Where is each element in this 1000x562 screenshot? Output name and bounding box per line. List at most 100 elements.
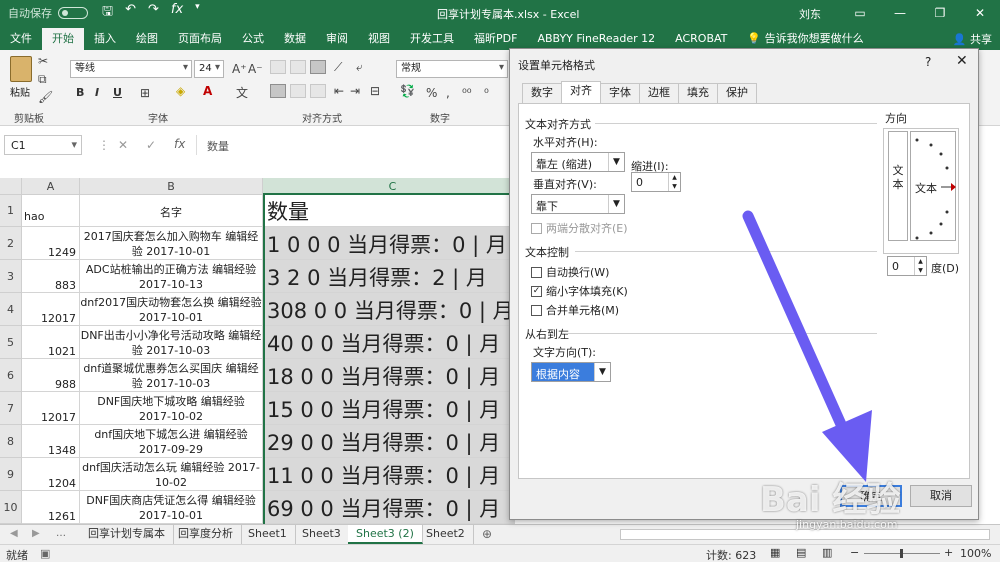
align-top-button[interactable] <box>270 60 286 74</box>
shrink-to-fit-checkbox[interactable]: ✓ 缩小字体填充(K) <box>531 283 628 299</box>
cell-b[interactable]: DNF国庆地下城攻略 编辑经验 2017-10-02 <box>80 392 263 425</box>
align-center-button[interactable] <box>290 84 306 98</box>
close-icon[interactable]: ✕ <box>960 0 1000 26</box>
zoom-level[interactable]: 100% <box>960 547 991 560</box>
wrap-text-checkbox[interactable]: 自动换行(W) <box>531 264 609 280</box>
cell-a1[interactable]: hao <box>22 195 80 227</box>
tab-foxit-pdf[interactable]: 福昕PDF <box>464 28 527 50</box>
percent-button[interactable]: % <box>426 86 437 100</box>
cell-c[interactable]: 40 0 0 当月得票：0 | 月 <box>263 326 515 359</box>
comma-style-icon[interactable]: , <box>446 86 450 100</box>
grow-font-icon[interactable]: A⁺ <box>232 62 247 76</box>
insert-function-icon[interactable]: fx <box>174 137 185 151</box>
tab-insert[interactable]: 插入 <box>84 28 126 50</box>
vertical-align-select[interactable]: 靠下 ▼ <box>531 194 625 214</box>
justify-distributed-checkbox[interactable]: 两端分散对齐(E) <box>531 220 628 236</box>
cell-b[interactable]: dnf国庆活动怎么玩 编辑经验 2017-10-02 <box>80 458 263 491</box>
cell-a[interactable]: 12017 <box>22 392 80 425</box>
sheet-tab[interactable]: Sheet1 <box>240 525 296 544</box>
cell-a[interactable]: 1261 <box>22 491 80 524</box>
dialog-tab-number[interactable]: 数字 <box>522 83 562 103</box>
tab-formulas[interactable]: 公式 <box>232 28 274 50</box>
minimize-icon[interactable]: — <box>880 0 920 26</box>
next-sheet-icon[interactable]: ▶ <box>32 528 40 539</box>
text-direction-select[interactable]: 根据内容 ▼ <box>531 362 611 382</box>
cell-c[interactable]: 11 0 0 当月得票：0 | 月 <box>263 458 515 491</box>
italic-button[interactable]: I <box>95 86 99 99</box>
sheet-tab[interactable]: Sheet2 <box>418 525 474 544</box>
font-name-combo[interactable]: 等线 <box>70 60 192 78</box>
formula-input[interactable]: 数量 <box>196 135 514 155</box>
sheet-tab[interactable]: 回享度分析 <box>170 525 242 544</box>
zoom-out-icon[interactable]: − <box>850 546 859 559</box>
restore-icon[interactable]: ❐ <box>920 0 960 26</box>
cell-b[interactable]: dnf国庆地下城怎么进 编辑经验 2017-09-29 <box>80 425 263 458</box>
row-header[interactable]: 3 <box>0 260 22 293</box>
page-break-view-icon[interactable]: ▥ <box>822 546 832 559</box>
name-box[interactable]: C1 <box>4 135 82 155</box>
cell-a[interactable]: 12017 <box>22 293 80 326</box>
cell-c[interactable]: 15 0 0 当月得票：0 | 月 <box>263 392 515 425</box>
macro-record-icon[interactable]: ▣ <box>40 547 50 560</box>
orientation-dial[interactable]: 文本 <box>910 131 956 241</box>
column-header-b[interactable]: B <box>80 178 263 195</box>
border-icon[interactable]: ⊞ <box>140 86 150 100</box>
cell-c[interactable]: 18 0 0 当月得票：0 | 月 <box>263 359 515 392</box>
phonetic-icon[interactable]: 文 <box>236 84 248 101</box>
tab-draw[interactable]: 绘图 <box>126 28 168 50</box>
underline-button[interactable]: U <box>113 86 122 99</box>
row-header[interactable]: 9 <box>0 458 22 491</box>
column-header-c[interactable]: C <box>263 178 515 195</box>
zoom-slider-thumb[interactable] <box>900 549 903 558</box>
degree-spinner[interactable]: 0 ▲ ▼ <box>887 256 927 276</box>
bold-button[interactable]: B <box>76 86 84 99</box>
dialog-tab-fill[interactable]: 填充 <box>678 83 718 103</box>
horizontal-align-select[interactable]: 靠左 (缩进) ▼ <box>531 152 625 172</box>
row-header[interactable]: 6 <box>0 359 22 392</box>
align-middle-button[interactable] <box>290 60 306 74</box>
share-button[interactable]: 👤 共享 <box>953 31 992 47</box>
autosave[interactable]: 自动保存 <box>0 5 88 21</box>
dialog-tab-font[interactable]: 字体 <box>600 83 640 103</box>
fill-color-icon[interactable]: ◈ <box>176 84 185 98</box>
currency-icon[interactable]: 💱 <box>400 84 415 98</box>
cell-c[interactable]: 1 0 0 0 当月得票：0 | 月 <box>263 227 515 260</box>
cell-a[interactable]: 1204 <box>22 458 80 491</box>
paste-button[interactable]: 粘贴 <box>10 84 30 99</box>
user-name[interactable]: 刘东 <box>799 6 821 22</box>
tab-data[interactable]: 数据 <box>274 28 316 50</box>
normal-view-icon[interactable]: ▦ <box>770 546 780 559</box>
wrap-text-icon[interactable]: ⤶ <box>356 60 363 75</box>
dialog-tab-alignment[interactable]: 对齐 <box>561 81 601 103</box>
spin-up-icon[interactable]: ▲ <box>668 173 680 182</box>
font-size-combo[interactable]: 24 <box>194 60 224 78</box>
fx-icon[interactable]: fx <box>171 2 183 24</box>
dialog-tab-border[interactable]: 边框 <box>639 83 679 103</box>
align-right-button[interactable] <box>310 84 326 98</box>
sheet-tab-active[interactable]: Sheet3 (2) <box>348 525 423 544</box>
spin-up-icon[interactable]: ▲ <box>914 257 926 266</box>
dialog-close-button[interactable]: ✕ <box>956 53 968 69</box>
cell-a[interactable]: 883 <box>22 260 80 293</box>
row-header[interactable]: 10 <box>0 491 22 524</box>
tab-acrobat[interactable]: ACROBAT <box>665 28 737 50</box>
spin-down-icon[interactable]: ▼ <box>914 266 926 275</box>
merge-cells-checkbox[interactable]: 合并单元格(M) <box>531 302 619 318</box>
align-bottom-button[interactable] <box>310 60 326 74</box>
cell-c[interactable]: 3 2 0 当月得票：2 | 月 <box>263 260 515 293</box>
ok-button[interactable]: 确定 <box>840 485 902 507</box>
more-sheets-icon[interactable]: … <box>56 528 66 539</box>
dialog-help-button[interactable]: ? <box>925 55 931 69</box>
copy-icon[interactable]: ⧉ <box>38 72 47 87</box>
cell-b[interactable]: dnf道聚城优惠券怎么买国庆 编辑经验 2017-10-03 <box>80 359 263 392</box>
row-header[interactable]: 7 <box>0 392 22 425</box>
tab-home[interactable]: 开始 <box>42 28 84 50</box>
align-left-button[interactable] <box>270 84 286 98</box>
cancel-button[interactable]: 取消 <box>910 485 972 507</box>
cell-b[interactable]: dnf2017国庆动物套怎么换 编辑经验 2017-10-01 <box>80 293 263 326</box>
cell-a[interactable]: 1348 <box>22 425 80 458</box>
cell-b[interactable]: DNF出击小小净化号活动攻略 编辑经验 2017-10-03 <box>80 326 263 359</box>
cell-c[interactable]: 69 0 0 当月得票：0 | 月 <box>263 491 515 524</box>
vertical-text-button[interactable]: 文本 <box>888 131 908 241</box>
autosave-toggle[interactable] <box>58 7 88 19</box>
